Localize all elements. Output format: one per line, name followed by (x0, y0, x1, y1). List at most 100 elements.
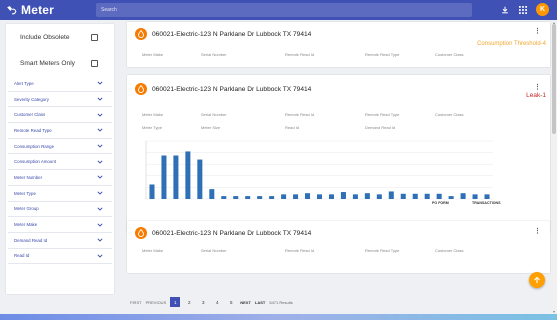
page-button-3[interactable]: 3 (198, 297, 208, 307)
chart-bar[interactable] (472, 194, 478, 199)
filter-dropdown[interactable]: Meter Group (8, 202, 112, 218)
field-label: Meter Make (142, 52, 164, 57)
filter-dropdown[interactable]: Meter Make (8, 217, 112, 233)
scroll-to-top-button[interactable] (529, 272, 545, 288)
chevron-down-icon (97, 112, 103, 118)
chart-bar[interactable] (197, 159, 203, 199)
previous-page-link[interactable]: PREVIOUS (146, 300, 167, 305)
chevron-down-icon (97, 222, 103, 228)
app-logo[interactable]: Meter (5, 3, 54, 17)
chart-bar[interactable] (352, 194, 358, 199)
filter-dropdown[interactable]: Meter Type (8, 186, 112, 202)
filter-dropdown[interactable]: Meter Number (8, 170, 112, 186)
field-label: Meter Make (142, 248, 164, 253)
chart-bar[interactable] (149, 184, 155, 200)
chevron-down-icon (97, 237, 103, 243)
chart-bar[interactable] (221, 196, 227, 199)
filter-dropdown[interactable]: Consumption Range (8, 139, 112, 155)
chart-bar[interactable] (245, 196, 251, 199)
scrollbar-thumb[interactable] (552, 24, 556, 134)
include-obsolete-checkbox[interactable] (91, 33, 98, 41)
chart-bar[interactable] (340, 192, 346, 199)
filter-dropdown[interactable]: Remote Read Type (8, 123, 112, 139)
chevron-down-icon (97, 159, 103, 165)
field-label: Remote Read Type (365, 52, 400, 57)
filter-dropdown[interactable]: Consumption Amount (8, 154, 112, 171)
chart-bar[interactable] (400, 193, 406, 199)
meter-card[interactable]: 060021-Electric-123 N Parklane Dr Lubboc… (127, 22, 550, 67)
search-bar[interactable] (96, 3, 472, 17)
chart-bar[interactable] (305, 193, 311, 199)
water-drop-icon (135, 83, 147, 95)
chevron-down-icon (97, 80, 103, 86)
field-label: Serial Number (201, 248, 227, 253)
chart-bar[interactable] (412, 193, 418, 199)
chart-bar[interactable] (209, 189, 215, 199)
chart-bar[interactable] (388, 191, 394, 199)
po-form-link[interactable]: PO FORM (432, 201, 449, 205)
smart-meters-only-option[interactable]: Smart Meters Only (6, 52, 114, 74)
chevron-down-icon (97, 190, 103, 196)
filter-dropdown[interactable]: Severity Category (8, 92, 112, 108)
page-button-1[interactable]: 1 (170, 297, 181, 307)
search-input[interactable] (101, 7, 472, 13)
filter-sidebar: Include Obsolete Smart Meters Only Alert… (6, 24, 114, 294)
chart-bar[interactable] (448, 196, 454, 199)
chart-bar[interactable] (281, 194, 287, 199)
filter-label: Meter Number (14, 174, 43, 180)
filter-dropdown[interactable]: Alert Type (8, 76, 112, 92)
filter-label: Consumption Amount (14, 159, 56, 165)
field-label: Meter Type (142, 125, 162, 130)
chart-bar[interactable] (484, 194, 490, 199)
page-button-2[interactable]: 2 (184, 297, 194, 307)
meter-card[interactable]: 060021-Electric-123 N Parklane Dr Lubboc… (127, 221, 550, 273)
result-count: 5471 Results (269, 299, 293, 305)
chart-bar[interactable] (257, 196, 263, 199)
field-label: Remote Read Id (285, 52, 315, 57)
transactions-link[interactable]: TRANSACTIONS (472, 201, 501, 205)
chart-bar[interactable] (460, 193, 466, 199)
more-options-icon[interactable]: ⋮ (534, 27, 541, 35)
chart-bar[interactable] (269, 196, 275, 199)
chart-bar[interactable] (293, 194, 299, 199)
chart-bar[interactable] (316, 194, 323, 199)
chart-bar[interactable] (161, 155, 167, 200)
chart-bar[interactable] (424, 193, 430, 199)
filter-label: Severity Category (14, 96, 49, 102)
meter-title: 060021-Electric-123 N Parklane Dr Lubboc… (152, 229, 312, 237)
field-label: Demand Read Id (365, 125, 396, 130)
field-label: Remote Read Type (365, 248, 400, 253)
smart-meters-only-checkbox[interactable] (91, 59, 98, 67)
meter-title: 060021-Electric-123 N Parklane Dr Lubboc… (152, 30, 312, 38)
filter-dropdown[interactable]: Demand Read Id (8, 233, 112, 249)
chart-bar[interactable] (364, 193, 370, 199)
top-app-bar: Meter K (0, 0, 557, 20)
chart-bar[interactable] (185, 151, 191, 199)
meter-card-expanded[interactable]: 060021-Electric-123 N Parklane Dr Lubboc… (127, 75, 550, 233)
filter-dropdown[interactable]: Customer Class (8, 107, 112, 124)
page-button-5[interactable]: 5 (226, 297, 236, 307)
water-drop-icon (135, 227, 147, 239)
chart-bar[interactable] (328, 194, 334, 199)
last-page-link[interactable]: LAST (255, 300, 265, 305)
filter-label: Meter Type (14, 190, 36, 196)
field-label: Meter Make (142, 112, 164, 117)
next-page-link[interactable]: NEXT (240, 300, 251, 305)
field-label: Customer Class (435, 248, 464, 253)
filter-dropdown[interactable]: Read Id (8, 249, 112, 265)
filter-label: Alert Type (14, 80, 34, 86)
more-options-icon[interactable]: ⋮ (534, 83, 541, 91)
chart-bar[interactable] (376, 194, 382, 199)
first-page-link[interactable]: FIRST (130, 300, 142, 305)
field-label: Serial Number (201, 52, 227, 57)
chart-bar[interactable] (173, 155, 179, 200)
chart-bar[interactable] (233, 196, 239, 199)
include-obsolete-option[interactable]: Include Obsolete (6, 26, 114, 48)
chevron-down-icon (97, 127, 103, 133)
chart-bar[interactable] (436, 193, 442, 199)
more-options-icon[interactable]: ⋮ (534, 227, 541, 235)
user-avatar[interactable]: K (536, 3, 549, 16)
download-icon[interactable] (500, 5, 510, 15)
page-button-4[interactable]: 4 (212, 297, 222, 307)
apps-grid-icon[interactable] (518, 5, 528, 15)
